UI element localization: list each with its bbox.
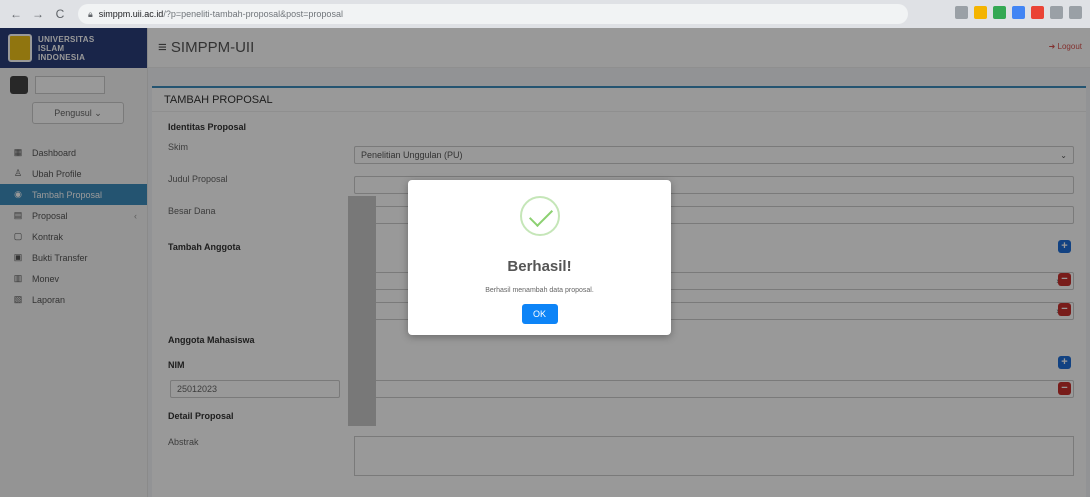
reload-button[interactable]: C <box>52 6 68 22</box>
success-dialog: Berhasil! Berhasil menambah data proposa… <box>408 180 671 335</box>
extension-icon[interactable] <box>1031 6 1044 19</box>
url-host: simppm.uii.ac.id <box>98 9 164 19</box>
url-path: /?p=peneliti-tambah-proposal&post=propos… <box>163 9 343 19</box>
address-bar[interactable]: 🔒︎ simppm.uii.ac.id /?p=peneliti-tambah-… <box>78 4 908 24</box>
extension-icon[interactable] <box>993 6 1006 19</box>
success-check-icon <box>519 196 560 236</box>
dialog-message: Berhasil menambah data proposal. <box>485 287 594 294</box>
browser-toolbar: ← → C 🔒︎ simppm.uii.ac.id /?p=peneliti-t… <box>0 0 1090 28</box>
extension-icon[interactable] <box>974 6 987 19</box>
extension-icon[interactable] <box>1012 6 1025 19</box>
forward-button[interactable]: → <box>30 6 46 22</box>
extension-icon[interactable] <box>1069 6 1082 19</box>
ok-button[interactable]: OK <box>521 304 558 324</box>
extension-icon[interactable] <box>1050 6 1063 19</box>
back-button[interactable]: ← <box>8 6 24 22</box>
lock-icon: 🔒︎ <box>88 8 93 19</box>
extension-icons <box>955 6 1082 19</box>
dialog-title: Berhasil! <box>507 258 572 275</box>
extension-icon[interactable] <box>955 6 968 19</box>
